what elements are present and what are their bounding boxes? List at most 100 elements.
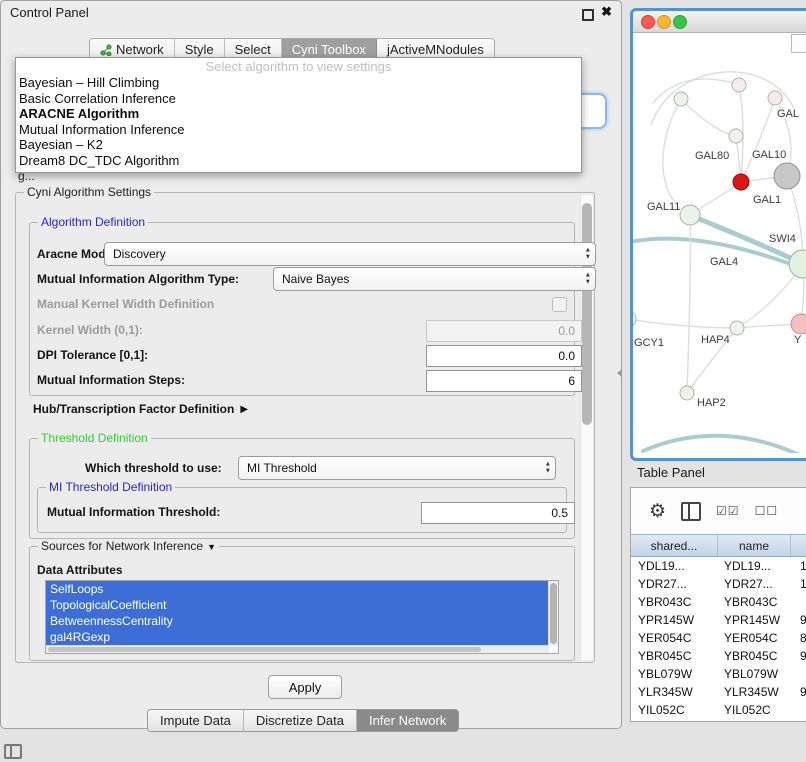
mi-type-select[interactable]: Naive Bayes ▲▼ [273,267,596,291]
column-selector-icon[interactable] [681,502,701,521]
attributes-hscrollbar[interactable] [46,645,549,653]
attribute-list-item[interactable]: BetweennessCentrality [46,613,552,629]
manual-kernel-label: Manual Kernel Width Definition [37,297,214,311]
table-cell: YER054C [631,631,724,645]
node-label: SWI4 [769,233,796,245]
dropdown-hint: Select algorithm to view settings [16,59,581,75]
table-cell: YER054C [724,631,796,645]
network-canvas[interactable]: GALGAL80GAL10GAL11GAL1SWI4GAL4GCY1HAP4YH… [633,33,806,453]
table-row[interactable]: YBR045CYBR045C9. [631,647,806,665]
mi-steps-label: Mutual Information Steps: [37,373,185,387]
network-scrollbar[interactable] [791,34,806,53]
column-header-extra[interactable] [791,535,806,556]
apply-button[interactable]: Apply [268,675,342,699]
minimize-window-icon[interactable] [657,15,671,29]
which-threshold-select[interactable]: MI Threshold ▲▼ [238,456,556,480]
node-label: GAL80 [695,150,729,162]
expand-arrow-icon: ▶ [240,404,248,415]
mi-threshold-label: Mutual Information Threshold: [47,505,220,519]
table-cell: YBR045C [631,649,724,663]
network-window-titlebar[interactable] [633,11,806,33]
network-node[interactable] [730,321,744,335]
zoom-window-icon[interactable] [673,15,687,29]
table-row[interactable]: YIL052CYIL052C [631,701,806,719]
table-toolbar: ⚙ ☑☑ ☐☐ [631,488,806,534]
mi-type-value: Naive Bayes [282,272,349,286]
network-node[interactable] [680,386,694,400]
attributes-vscrollbar[interactable] [548,581,558,646]
attr-items: SelfLoopsTopologicalCoefficientBetweenne… [46,581,558,645]
network-node[interactable] [768,91,782,105]
dropdown-item[interactable]: ARACNE Algorithm [16,106,581,122]
hub-section-toggle[interactable]: Hub/Transcription Factor Definition ▶ [33,402,248,416]
column-header-name[interactable]: name [718,535,791,556]
attribute-list-item[interactable]: gal4RGexp [46,629,552,645]
table-row[interactable]: YBR043CYBR043C [631,593,806,611]
close-window-icon[interactable] [641,15,655,29]
attribute-list-item[interactable]: SelfLoops [46,581,552,597]
tab-discretize-data[interactable]: Discretize Data [244,710,357,731]
table-cell: YBR043C [724,595,796,609]
table-cell: YIL052C [631,703,724,717]
table-cell: YLR345W [631,685,724,699]
dropdown-item[interactable]: Basic Correlation Inference [16,91,581,107]
network-node[interactable] [674,92,688,106]
network-node[interactable] [729,129,743,143]
table-header: shared... name [631,534,806,557]
mi-steps-input[interactable] [426,370,582,392]
scrollbar-thumb[interactable] [582,203,592,425]
select-all-icon[interactable]: ☑☑ [716,504,740,518]
network-graph[interactable]: GALGAL80GAL10GAL11GAL1SWI4GAL4GCY1HAP4YH… [633,33,806,453]
dropdown-item[interactable]: Bayesian – K2 [16,137,581,153]
attribute-list-item[interactable]: TopologicalCoefficient [46,597,552,613]
mi-threshold-input[interactable] [421,502,575,524]
table-cell: YDR27... [724,577,796,591]
manual-kernel-checkbox[interactable] [552,297,567,312]
node-label: GAL4 [710,256,738,268]
table-cell: YIL052C [724,703,796,717]
close-panel-icon[interactable]: ✖ [601,4,612,20]
network-view-window: GALGAL80GAL10GAL11GAL1SWI4GAL4GCY1HAP4YH… [630,8,806,461]
network-node[interactable] [791,314,806,334]
table-row[interactable]: YDL19...YDL19...13 [631,557,806,575]
sources-title: Sources for Network Inference [41,539,203,553]
network-edge [687,215,690,393]
table-row[interactable]: YBL079WYBL079W [631,665,806,683]
dropdown-item[interactable]: Mutual Information Inference [16,122,581,138]
network-node[interactable] [680,205,700,225]
network-node[interactable] [733,174,749,190]
network-edge [681,99,736,136]
table-row[interactable]: YDR27...YDR27...12 [631,575,806,593]
dropdown-item[interactable]: Bayesian – Hill Climbing [16,75,581,91]
floating-panel-icon[interactable] [4,744,22,759]
tab-impute-data[interactable]: Impute Data [148,710,244,731]
aracne-mode-select[interactable]: Discovery ▲▼ [104,242,596,266]
data-attributes-list[interactable]: SelfLoopsTopologicalCoefficientBetweenne… [45,580,559,654]
node-label: Y [794,334,802,346]
deselect-all-icon[interactable]: ☐☐ [755,504,779,518]
table-row[interactable]: YLR345WYLR345W9. [631,683,806,701]
dropdown-item[interactable]: Dream8 DC_TDC Algorithm [16,153,581,169]
table-cell: YPR145W [724,613,796,627]
tab-infer-network[interactable]: Infer Network [357,710,458,731]
kernel-width-input[interactable] [426,320,582,342]
sources-section-toggle[interactable]: Sources for Network Inference▼ [38,539,219,553]
table-row[interactable]: YPR145WYPR145W9. [631,611,806,629]
tab-label: Style [185,42,214,57]
float-panel-icon[interactable] [582,9,594,21]
network-node[interactable] [633,311,636,327]
settings-gear-icon[interactable]: ⚙ [649,502,666,521]
which-threshold-label: Which threshold to use: [85,461,222,475]
dpi-tolerance-input[interactable] [426,345,582,367]
table-row[interactable]: YER054CYER054C8. [631,629,806,647]
table-cell: YBR045C [724,649,796,663]
column-header-shared[interactable]: shared... [631,535,718,556]
network-node[interactable] [774,163,800,189]
panel-splitter-handle[interactable] [617,369,622,377]
mi-threshold-group-title: MI Threshold Definition [46,480,175,494]
network-node[interactable] [789,250,806,278]
bottom-tab-bar: Impute Data Discretize Data Infer Networ… [147,709,459,732]
network-node[interactable] [732,78,746,92]
table-cell: YBL079W [724,667,796,681]
algorithm-dropdown-list: Bayesian – Hill ClimbingBasic Correlatio… [16,75,581,168]
